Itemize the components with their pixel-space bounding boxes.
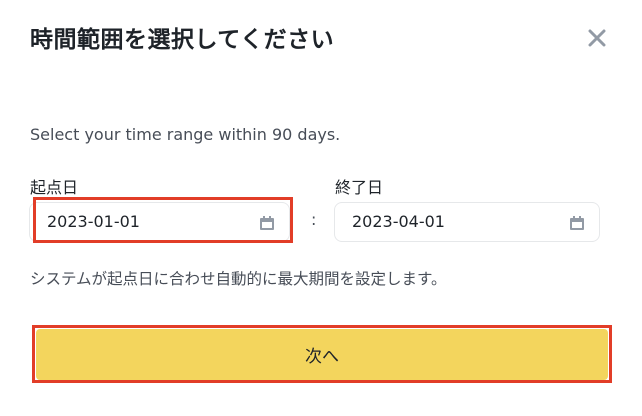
close-icon <box>588 29 606 47</box>
end-date-label: 終了日 <box>335 178 384 197</box>
dialog-subtitle: Select your time range within 90 days. <box>30 125 341 144</box>
auto-range-note: システムが起点日に合わせ自動的に最大期間を設定します。 <box>30 270 447 288</box>
date-range-dialog: 時間範囲を選択してください Select your time range wit… <box>0 0 642 416</box>
end-date-value: 2023-04-01 <box>352 212 445 231</box>
calendar-icon[interactable] <box>259 215 275 231</box>
calendar-icon[interactable] <box>569 215 585 231</box>
next-button[interactable]: 次へ <box>36 329 608 380</box>
date-separator: : <box>311 210 317 229</box>
close-button[interactable] <box>585 26 609 50</box>
start-date-value: 2023-01-01 <box>47 212 140 231</box>
dialog-title: 時間範囲を選択してください <box>30 27 335 53</box>
start-date-label: 起点日 <box>30 178 79 197</box>
start-date-input[interactable]: 2023-01-01 <box>29 202 290 242</box>
end-date-input[interactable]: 2023-04-01 <box>334 202 600 242</box>
